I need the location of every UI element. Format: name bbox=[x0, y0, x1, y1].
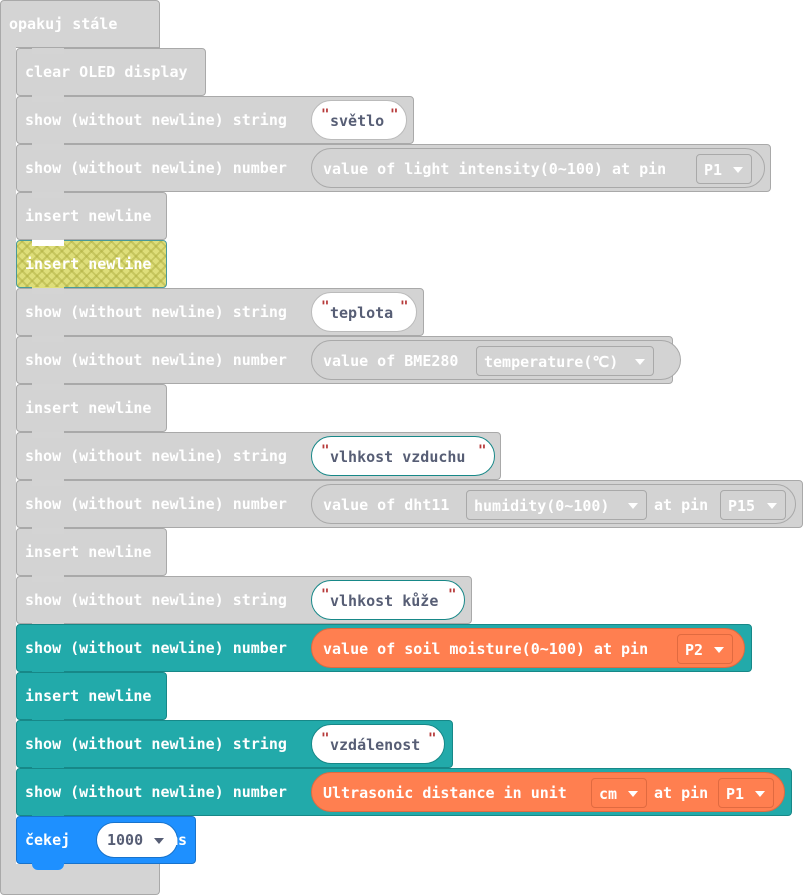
open-quote: " bbox=[321, 107, 330, 123]
show-string-label: show (without newline) string bbox=[25, 303, 287, 321]
string-value: vlhkost vzduchu bbox=[330, 448, 466, 466]
insert-newline-label: insert newline bbox=[25, 207, 152, 225]
string-value: světlo bbox=[330, 112, 385, 130]
show-number-block[interactable]: show (without newline) number value of B… bbox=[16, 336, 681, 390]
ultrasonic-reporter[interactable]: Ultrasonic distance in unit cm at pin P1 bbox=[311, 772, 785, 812]
dht11-at-pin-label: at pin bbox=[654, 496, 709, 514]
dht11-pin-dropdown[interactable]: P15 bbox=[720, 490, 786, 520]
string-input[interactable]: " vlhkost kůže " bbox=[311, 580, 465, 620]
dht11-field-dropdown[interactable]: humidity(0~100) bbox=[466, 490, 647, 520]
caret-down-icon bbox=[733, 167, 743, 173]
close-quote: " bbox=[478, 443, 487, 459]
show-string-block[interactable]: show (without newline) string " vzdáleno… bbox=[16, 720, 453, 774]
show-string-block[interactable]: show (without newline) string " teplota … bbox=[16, 288, 424, 342]
clear-oled-block[interactable]: clear OLED display bbox=[16, 48, 206, 102]
insert-newline-block-selected[interactable]: insert newline bbox=[16, 240, 167, 294]
soil-moisture-label: value of soil moisture(0~100) at pin bbox=[323, 640, 649, 658]
caret-down-icon bbox=[714, 647, 724, 653]
show-number-label: show (without newline) number bbox=[25, 495, 287, 513]
ultrasonic-label: Ultrasonic distance in unit bbox=[323, 784, 567, 802]
show-number-label: show (without newline) number bbox=[25, 639, 287, 657]
show-number-block[interactable]: show (without newline) number Ultrasonic… bbox=[16, 768, 792, 822]
wait-block[interactable]: čekej 1000 ms bbox=[16, 816, 196, 870]
string-value: vlhkost kůže bbox=[330, 592, 439, 610]
close-quote: " bbox=[390, 107, 399, 123]
ultrasonic-pin-value: P1 bbox=[726, 785, 745, 803]
string-input[interactable]: " vzdálenost " bbox=[311, 724, 445, 764]
show-number-label: show (without newline) number bbox=[25, 783, 287, 801]
dht11-label: value of dht11 bbox=[323, 496, 450, 514]
open-quote: " bbox=[321, 731, 330, 747]
close-quote: " bbox=[448, 587, 457, 603]
light-pin-dropdown[interactable]: P1 bbox=[696, 154, 752, 184]
ultrasonic-unit-value: cm bbox=[599, 785, 618, 803]
caret-down-icon bbox=[755, 791, 765, 797]
forever-loop-label: opakuj stále bbox=[9, 15, 118, 33]
caret-down-icon bbox=[635, 359, 645, 365]
insert-newline-label: insert newline bbox=[25, 687, 152, 705]
forever-loop-arm bbox=[0, 47, 16, 865]
bme280-reporter[interactable]: value of BME280 temperature(℃) bbox=[311, 340, 681, 380]
string-input[interactable]: " vlhkost vzduchu " bbox=[311, 436, 495, 476]
show-string-block[interactable]: show (without newline) string " světlo " bbox=[16, 96, 414, 150]
clear-oled-label: clear OLED display bbox=[25, 63, 188, 81]
show-number-block[interactable]: show (without newline) number value of d… bbox=[16, 480, 803, 534]
show-number-label: show (without newline) number bbox=[25, 351, 287, 369]
caret-down-icon bbox=[628, 503, 638, 509]
string-input[interactable]: " teplota " bbox=[311, 292, 417, 332]
string-value: vzdálenost bbox=[330, 736, 421, 754]
dht11-field-value: humidity(0~100) bbox=[474, 497, 610, 515]
ultrasonic-pin-dropdown[interactable]: P1 bbox=[718, 778, 774, 808]
soil-pin-dropdown[interactable]: P2 bbox=[677, 634, 733, 664]
show-number-label: show (without newline) number bbox=[25, 159, 287, 177]
insert-newline-block[interactable]: insert newline bbox=[16, 384, 167, 438]
dht11-pin-value: P15 bbox=[728, 497, 756, 515]
close-quote: " bbox=[400, 299, 409, 315]
bme280-field-value: temperature(℃) bbox=[484, 353, 619, 371]
soil-moisture-reporter[interactable]: value of soil moisture(0~100) at pin P2 bbox=[311, 628, 745, 668]
insert-newline-block[interactable]: insert newline bbox=[16, 192, 167, 246]
show-number-block[interactable]: show (without newline) number value of s… bbox=[16, 624, 752, 678]
wait-duration-dropdown[interactable]: 1000 bbox=[96, 822, 178, 858]
string-value: teplota bbox=[330, 304, 394, 322]
close-quote: " bbox=[428, 731, 437, 747]
forever-loop-bottom bbox=[0, 864, 160, 895]
insert-newline-label: insert newline bbox=[25, 399, 152, 417]
string-input[interactable]: " světlo " bbox=[311, 100, 407, 140]
open-quote: " bbox=[321, 299, 330, 315]
caret-down-icon bbox=[628, 791, 638, 797]
insert-newline-label: insert newline bbox=[25, 543, 152, 561]
ultrasonic-at-pin-label: at pin bbox=[654, 784, 709, 802]
soil-pin-value: P2 bbox=[685, 641, 704, 659]
wait-unit-label: ms bbox=[169, 831, 188, 849]
show-string-label: show (without newline) string bbox=[25, 111, 287, 129]
light-pin-value: P1 bbox=[704, 161, 723, 179]
caret-down-icon bbox=[154, 838, 164, 844]
wait-label: čekej bbox=[25, 831, 71, 849]
script-canvas: opakuj stále clear OLED display show (wi… bbox=[0, 0, 803, 896]
insert-newline-label: insert newline bbox=[25, 255, 152, 273]
bme280-field-dropdown[interactable]: temperature(℃) bbox=[476, 346, 654, 376]
open-quote: " bbox=[321, 443, 330, 459]
insert-newline-block[interactable]: insert newline bbox=[16, 672, 167, 726]
bme280-label: value of BME280 bbox=[323, 352, 459, 370]
light-intensity-reporter[interactable]: value of light intensity(0~100) at pin P… bbox=[311, 148, 765, 188]
show-string-label: show (without newline) string bbox=[25, 591, 287, 609]
show-number-block[interactable]: show (without newline) number value of l… bbox=[16, 144, 771, 198]
wait-duration-value: 1000 bbox=[107, 831, 144, 849]
insert-newline-block[interactable]: insert newline bbox=[16, 528, 167, 582]
show-string-label: show (without newline) string bbox=[25, 735, 287, 753]
dht11-reporter[interactable]: value of dht11 humidity(0~100) at pin P1… bbox=[311, 484, 796, 524]
light-intensity-label: value of light intensity(0~100) at pin bbox=[323, 160, 667, 178]
open-quote: " bbox=[321, 587, 330, 603]
caret-down-icon bbox=[767, 503, 777, 509]
show-string-block[interactable]: show (without newline) string " vlhkost … bbox=[16, 432, 501, 486]
show-string-block[interactable]: show (without newline) string " vlhkost … bbox=[16, 576, 472, 630]
forever-loop-block[interactable]: opakuj stále bbox=[0, 0, 160, 48]
ultrasonic-unit-dropdown[interactable]: cm bbox=[591, 778, 647, 808]
show-string-label: show (without newline) string bbox=[25, 447, 287, 465]
